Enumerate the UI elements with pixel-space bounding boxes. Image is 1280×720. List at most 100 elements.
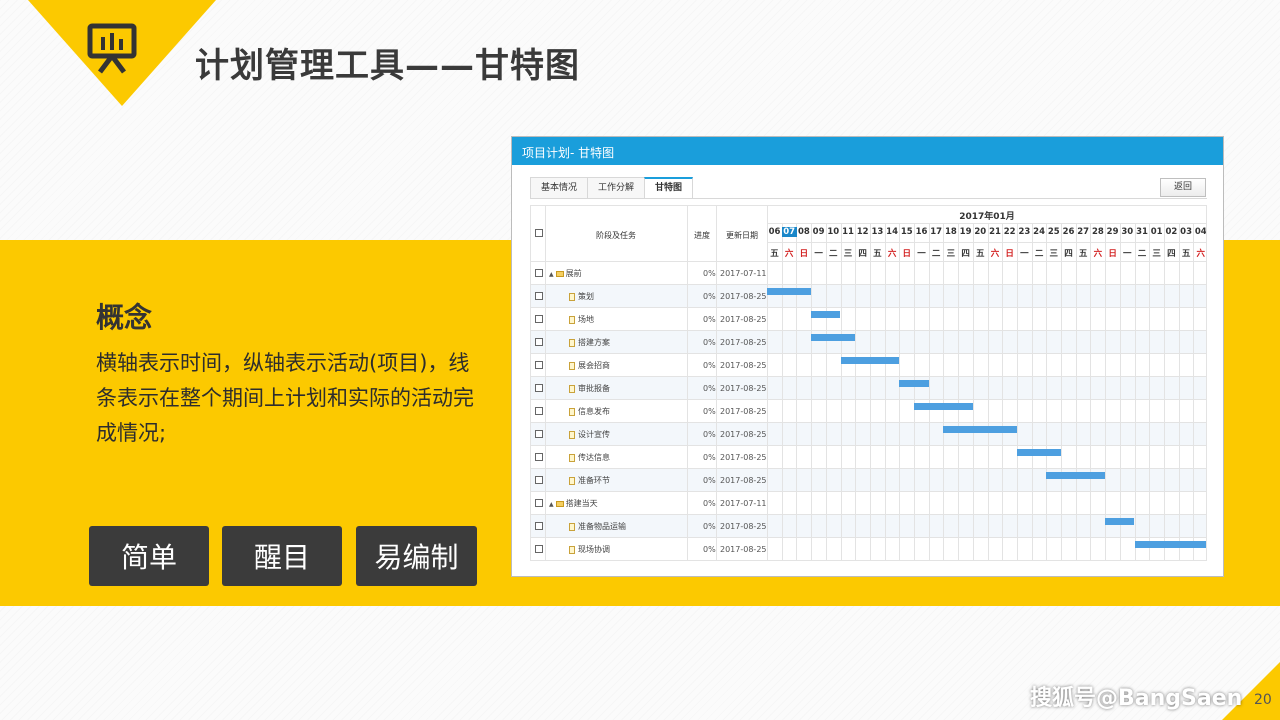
tab-work-breakdown[interactable]: 工作分解: [587, 177, 646, 199]
document-icon: [569, 407, 575, 416]
day-label: 13: [871, 227, 884, 237]
weekday-label: 日: [902, 249, 912, 259]
column-divider: [545, 206, 546, 560]
task-name[interactable]: 策划: [569, 285, 594, 308]
row-checkbox[interactable]: [535, 407, 543, 415]
row-checkbox[interactable]: [535, 499, 543, 507]
day-divider: [899, 223, 901, 560]
gantt-bar[interactable]: [1105, 518, 1135, 525]
row-checkbox[interactable]: [535, 384, 543, 392]
gantt-bar[interactable]: [899, 380, 929, 387]
expand-triangle-icon[interactable]: ▲: [549, 263, 554, 286]
day-divider: [987, 223, 989, 560]
tab-basic-info[interactable]: 基本情况: [530, 177, 589, 199]
gantt-bar[interactable]: [767, 288, 812, 295]
tab-gantt[interactable]: 甘特图: [644, 177, 694, 199]
task-name[interactable]: 搭建方案: [569, 331, 610, 354]
day-label: 19: [959, 227, 972, 237]
task-name[interactable]: 准备环节: [569, 469, 610, 492]
phase-name[interactable]: ▲ 搭建当天: [549, 492, 598, 516]
gantt-bar[interactable]: [811, 311, 841, 318]
weekday-label: 六: [1196, 249, 1206, 259]
row-checkbox[interactable]: [535, 338, 543, 346]
document-icon: [569, 292, 575, 301]
day-divider: [1178, 223, 1180, 560]
gantt-bar[interactable]: [1016, 449, 1061, 456]
back-button[interactable]: 返回: [1160, 178, 1206, 197]
tab-bar: 基本情况 工作分解 甘特图: [530, 177, 694, 199]
row-checkbox[interactable]: [535, 453, 543, 461]
progress-value: 0%: [703, 430, 716, 439]
gantt-bar[interactable]: [914, 403, 973, 410]
column-header-updated: 更新日期: [726, 231, 758, 240]
tag-simple: 简单: [89, 526, 209, 586]
gantt-bar[interactable]: [840, 357, 900, 364]
progress-value: 0%: [703, 476, 716, 485]
page-number: 20: [1254, 692, 1272, 708]
weekday-label: 四: [961, 249, 970, 259]
updated-date: 2017-07-11: [720, 269, 767, 278]
row-checkbox[interactable]: [535, 430, 543, 438]
weekday-label: 二: [1034, 249, 1044, 259]
updated-date: 2017-08-25: [720, 453, 767, 462]
updated-date: 2017-08-25: [720, 476, 767, 485]
day-divider: [781, 223, 783, 560]
day-label: 14: [886, 227, 899, 237]
row-checkbox[interactable]: [535, 292, 543, 300]
weekday-label: 五: [1078, 249, 1088, 259]
window-title: 项目计划- 甘特图: [512, 137, 1223, 165]
row-divider: [531, 514, 1206, 515]
day-divider: [869, 223, 871, 560]
progress-value: 0%: [703, 315, 716, 324]
day-divider: [811, 223, 813, 560]
row-checkbox[interactable]: [535, 522, 543, 530]
gantt-grid: 阶段及任务 进度 更新日期 2017年01月 06 五 07 六 08 日 09 一 10 二 11…: [530, 205, 1207, 561]
row-divider: [531, 330, 1206, 331]
task-name[interactable]: 设计宣传: [569, 423, 610, 446]
presentation-chart-icon: [87, 23, 137, 74]
gantt-bar[interactable]: [1134, 541, 1206, 548]
slide-title: 计划管理工具——甘特图: [195, 46, 580, 86]
gantt-bar[interactable]: [1046, 472, 1106, 479]
task-name[interactable]: 传达信息: [569, 446, 610, 469]
updated-date: 2017-08-25: [720, 315, 767, 324]
row-checkbox[interactable]: [535, 545, 543, 553]
day-label: 07: [781, 227, 797, 237]
row-label: 展前: [565, 269, 582, 278]
day-divider: [943, 223, 945, 560]
column-header-task: 阶段及任务: [596, 231, 636, 240]
day-label: 30: [1121, 227, 1134, 237]
row-checkbox[interactable]: [535, 269, 543, 277]
gantt-bar[interactable]: [943, 426, 1017, 433]
day-label: 28: [1091, 227, 1104, 237]
gantt-bar[interactable]: [811, 334, 856, 341]
day-divider: [825, 223, 827, 560]
task-name[interactable]: 现场协调: [569, 538, 610, 560]
updated-date: 2017-08-25: [720, 292, 767, 301]
day-divider: [1031, 223, 1033, 560]
weekday-label: 二: [829, 249, 838, 259]
row-label: 准备环节: [578, 476, 610, 485]
task-name[interactable]: 准备物品运输: [569, 515, 626, 538]
phase-name[interactable]: ▲ 展前: [549, 262, 582, 286]
task-name[interactable]: 信息发布: [569, 400, 610, 423]
weekday-label: 四: [858, 249, 867, 259]
expand-triangle-icon[interactable]: ▲: [549, 493, 554, 516]
select-all-checkbox[interactable]: [535, 229, 543, 237]
day-divider-row: [767, 242, 1206, 243]
updated-date: 2017-08-25: [720, 522, 767, 531]
row-checkbox[interactable]: [535, 361, 543, 369]
task-name[interactable]: 审批报备: [569, 377, 610, 400]
row-checkbox[interactable]: [535, 476, 543, 484]
task-name[interactable]: 场地: [569, 308, 594, 331]
weekday-label: 二: [931, 249, 941, 259]
column-divider: [767, 206, 768, 560]
day-label: 03: [1180, 227, 1193, 237]
day-label: 02: [1165, 227, 1178, 237]
weekday-label: 日: [1108, 249, 1117, 259]
weekday-label: 一: [917, 249, 926, 259]
task-name[interactable]: 展会招商: [569, 354, 610, 377]
day-label: 26: [1062, 227, 1075, 237]
weekday-label: 日: [799, 249, 809, 259]
row-checkbox[interactable]: [535, 315, 543, 323]
